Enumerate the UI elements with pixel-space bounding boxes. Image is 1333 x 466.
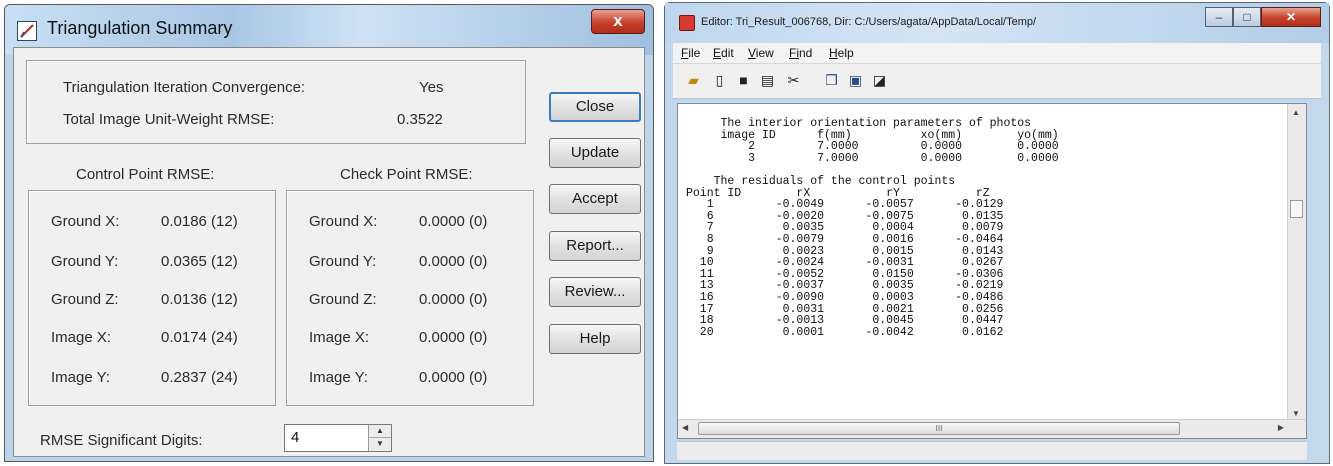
rmse-value: 0.3522: [397, 111, 443, 128]
spinner-arrows[interactable]: ▲ ▼: [368, 425, 391, 451]
cp-ground-z-value: 0.0136 (12): [161, 291, 238, 308]
ck-image-y-value: 0.0000 (0): [419, 369, 488, 386]
ck-image-x-label: Image X:: [309, 329, 370, 346]
ck-ground-y-value: 0.0000 (0): [419, 253, 488, 270]
status-bar: [677, 441, 1307, 460]
check-point-group: Ground X: 0.0000 (0) Ground Y: 0.0000 (0…: [286, 190, 534, 406]
copy-icon[interactable]: ❐: [823, 72, 840, 89]
menu-edit[interactable]: Edit: [713, 46, 734, 60]
open-icon[interactable]: ▰: [685, 72, 702, 89]
rmse-digits-label: RMSE Significant Digits:: [40, 432, 203, 449]
ck-ground-z-label: Ground Z:: [309, 291, 377, 308]
summary-group: Triangulation Iteration Convergence: Yes…: [26, 60, 526, 144]
accept-button[interactable]: Accept: [549, 184, 641, 214]
editor-window: Editor: Tri_Result_006768, Dir: C:/Users…: [664, 2, 1330, 464]
ck-image-y-label: Image Y:: [309, 369, 368, 386]
spin-up-icon[interactable]: ▲: [369, 425, 391, 437]
spin-down-icon[interactable]: ▼: [369, 437, 391, 450]
ck-image-x-value: 0.0000 (0): [419, 329, 488, 346]
editor-content[interactable]: The interior orientation parameters of p…: [686, 118, 1059, 338]
vertical-scroll-thumb[interactable]: [1290, 200, 1303, 218]
control-point-group: Ground X: 0.0186 (12) Ground Y: 0.0365 (…: [28, 190, 276, 406]
horizontal-scrollbar[interactable]: ◀ III ▶: [678, 419, 1306, 438]
report-button[interactable]: Report...: [549, 231, 641, 261]
menu-help[interactable]: Help: [829, 46, 854, 60]
cp-image-y-label: Image Y:: [51, 369, 110, 386]
paste-icon[interactable]: ▣: [847, 72, 864, 89]
cp-ground-y-value: 0.0365 (12): [161, 253, 238, 270]
text-editor-area[interactable]: The interior orientation parameters of p…: [677, 103, 1307, 439]
menu-file[interactable]: File: [681, 46, 700, 60]
close-button[interactable]: Close: [549, 92, 641, 122]
editor-title-bar[interactable]: Editor: Tri_Result_006768, Dir: C:/Users…: [665, 3, 1329, 43]
editor-close-icon[interactable]: ✕: [1261, 7, 1321, 27]
maximize-icon[interactable]: □: [1233, 7, 1261, 27]
scroll-up-icon[interactable]: ▲: [1292, 108, 1300, 117]
app-icon: [17, 21, 37, 41]
scroll-left-icon[interactable]: ◀: [682, 423, 688, 432]
toolbar: ▰ ▯ ■ ▤ ✂ ❐ ▣ ◪: [673, 64, 1321, 99]
new-icon[interactable]: ▯: [711, 72, 728, 89]
cp-ground-z-label: Ground Z:: [51, 291, 119, 308]
rmse-digits-spinner[interactable]: 4 ▲ ▼: [284, 424, 392, 452]
cp-ground-x-label: Ground X:: [51, 213, 120, 230]
dialog-body: Triangulation Iteration Convergence: Yes…: [13, 47, 645, 457]
check-point-rmse-heading: Check Point RMSE:: [340, 166, 473, 183]
convergence-value: Yes: [419, 79, 444, 96]
triangulation-summary-window: Triangulation Summary x Triangulation It…: [4, 4, 654, 462]
editor-window-title: Editor: Tri_Result_006768, Dir: C:/Users…: [701, 16, 1037, 28]
cp-image-y-value: 0.2837 (24): [161, 369, 238, 386]
menu-view[interactable]: View: [748, 46, 774, 60]
review-button[interactable]: Review...: [549, 277, 641, 307]
menu-find[interactable]: Find: [789, 46, 812, 60]
rmse-digits-value[interactable]: 4: [291, 429, 299, 446]
editor-app-icon: [679, 15, 695, 31]
convergence-label: Triangulation Iteration Convergence:: [63, 79, 306, 96]
cp-image-x-label: Image X:: [51, 329, 112, 346]
ck-ground-x-label: Ground X:: [309, 213, 378, 230]
menu-bar: File Edit View Find Help: [673, 43, 1321, 64]
help-button[interactable]: Help: [549, 324, 641, 354]
minimize-icon[interactable]: –: [1205, 7, 1233, 27]
save-icon[interactable]: ■: [735, 72, 752, 89]
window-close-button[interactable]: x: [591, 9, 645, 34]
window-title: Triangulation Summary: [47, 18, 233, 38]
cut-icon[interactable]: ✂: [785, 72, 802, 89]
horizontal-scroll-thumb[interactable]: III: [698, 422, 1180, 435]
cp-ground-y-label: Ground Y:: [51, 253, 119, 270]
rmse-label: Total Image Unit-Weight RMSE:: [63, 111, 275, 128]
cp-ground-x-value: 0.0186 (12): [161, 213, 238, 230]
control-point-rmse-heading: Control Point RMSE:: [76, 166, 215, 183]
print-icon[interactable]: ▤: [759, 72, 776, 89]
update-button[interactable]: Update: [549, 138, 641, 168]
ck-ground-z-value: 0.0000 (0): [419, 291, 488, 308]
cp-image-x-value: 0.0174 (24): [161, 329, 238, 346]
find-icon[interactable]: ◪: [871, 72, 888, 89]
ck-ground-x-value: 0.0000 (0): [419, 213, 488, 230]
vertical-scrollbar[interactable]: ▲ ▼: [1287, 104, 1306, 420]
scroll-right-icon[interactable]: ▶: [1278, 423, 1284, 432]
ck-ground-y-label: Ground Y:: [309, 253, 377, 270]
scroll-down-icon[interactable]: ▼: [1292, 409, 1300, 418]
